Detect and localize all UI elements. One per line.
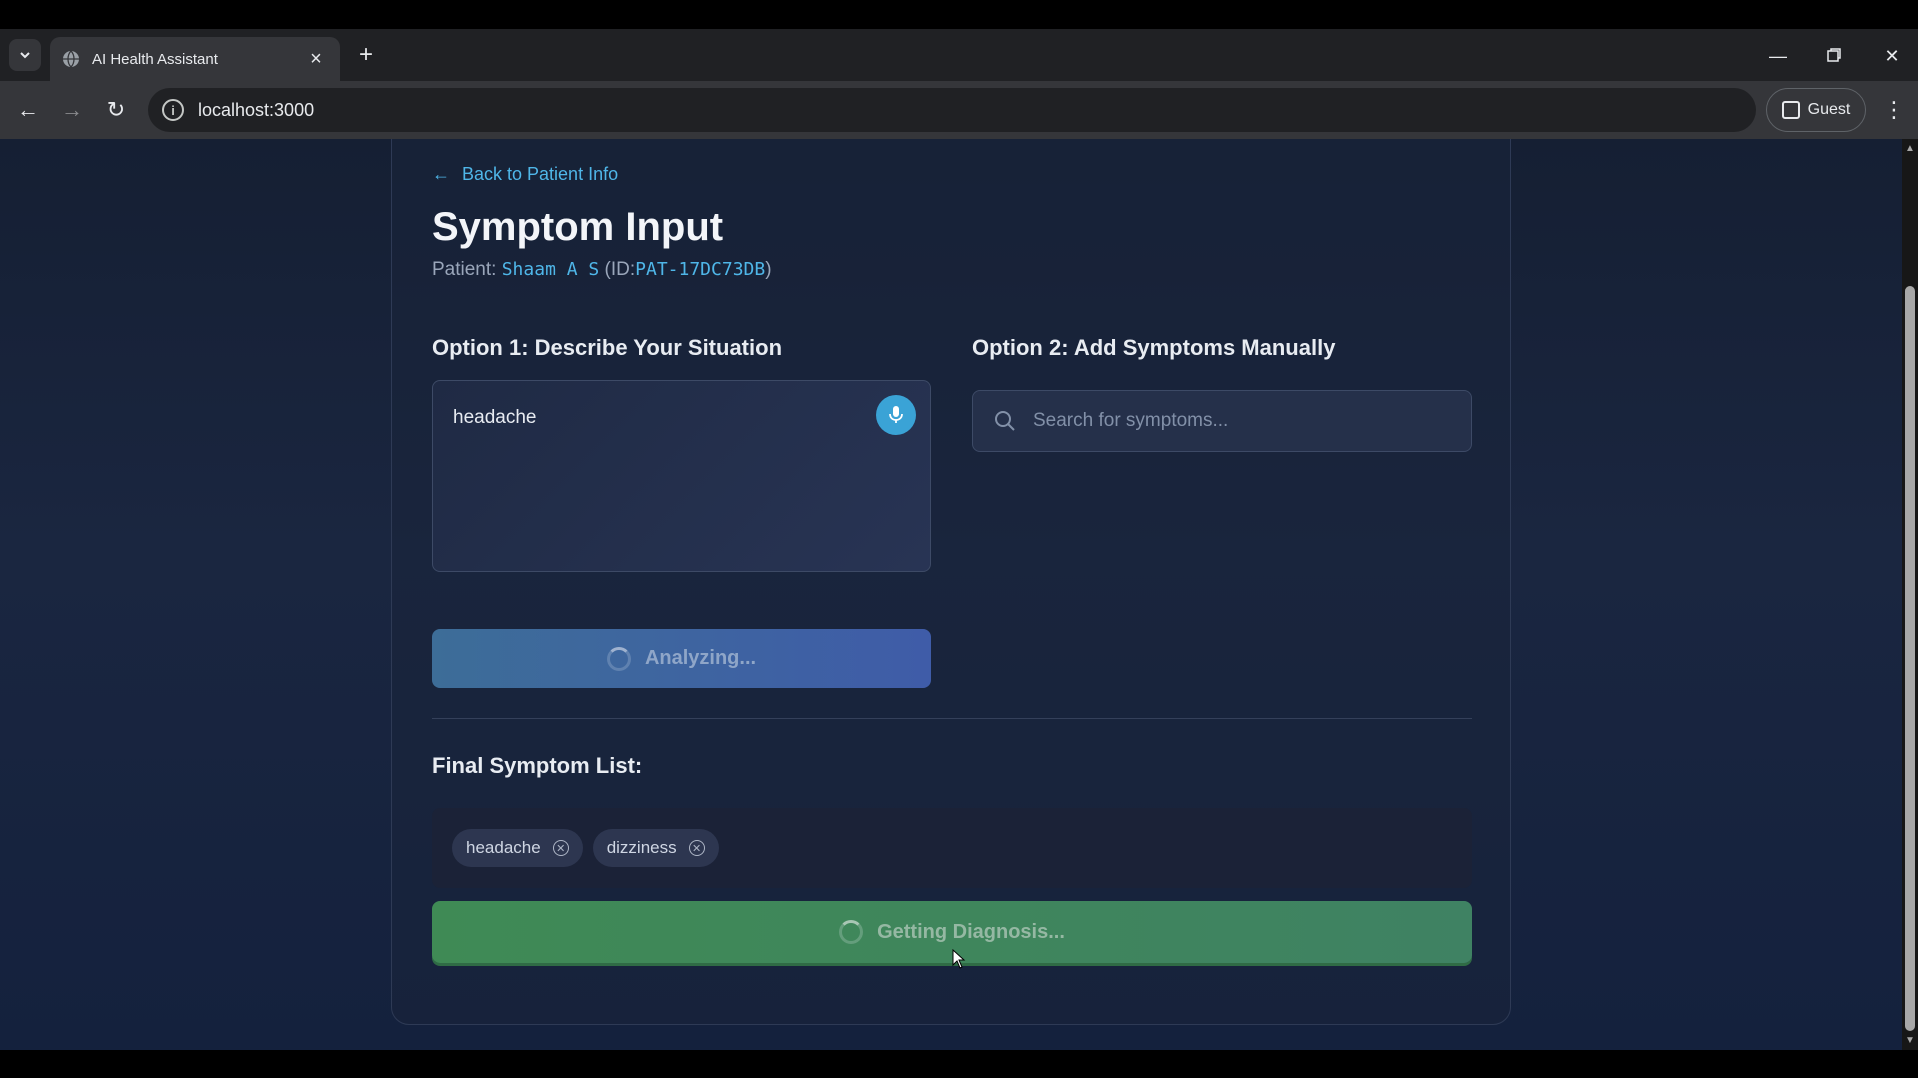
patient-info: Patient: Shaam A S (ID:PAT-17DC73DB) bbox=[432, 259, 772, 281]
symptom-chip-list: headache ✕ dizziness ✕ bbox=[432, 808, 1472, 888]
remove-circle-icon[interactable]: ✕ bbox=[552, 840, 569, 856]
analyze-button[interactable]: Analyzing... bbox=[432, 629, 931, 688]
restore-icon[interactable] bbox=[1814, 41, 1854, 71]
tab-list-button[interactable] bbox=[9, 39, 41, 71]
back-arrow-icon[interactable]: ← bbox=[12, 94, 44, 126]
url-text: localhost:3000 bbox=[198, 99, 315, 120]
page-viewport: ← Back to Patient Info Symptom Input Pat… bbox=[0, 139, 1902, 1050]
profile-icon bbox=[1781, 101, 1800, 119]
window-close-icon[interactable]: ✕ bbox=[1872, 41, 1912, 71]
remove-circle-icon[interactable]: ✕ bbox=[688, 840, 705, 856]
chevron-down-icon bbox=[20, 52, 30, 59]
diagnosis-label: Getting Diagnosis... bbox=[877, 920, 1065, 943]
symptom-chip: headache ✕ bbox=[452, 829, 583, 867]
page-title: Symptom Input bbox=[432, 205, 724, 249]
symptom-card: ← Back to Patient Info Symptom Input Pat… bbox=[391, 139, 1511, 1025]
tab-strip: AI Health Assistant × + — ✕ bbox=[0, 29, 1918, 81]
section-divider bbox=[432, 718, 1472, 719]
scroll-down-icon[interactable]: ▼ bbox=[1904, 1035, 1916, 1046]
analyze-label: Analyzing... bbox=[644, 647, 757, 669]
option2-heading: Option 2: Add Symptoms Manually bbox=[972, 335, 1336, 360]
option1-heading: Option 1: Describe Your Situation bbox=[432, 335, 783, 360]
patient-name: Shaam A S bbox=[501, 259, 600, 280]
window-bottom-edge bbox=[0, 1050, 1918, 1078]
browser-tab[interactable]: AI Health Assistant × bbox=[50, 37, 340, 81]
globe-icon bbox=[63, 50, 79, 68]
window-top-edge bbox=[0, 0, 1918, 29]
loading-spinner-icon bbox=[839, 920, 864, 944]
situation-textarea[interactable]: headache bbox=[432, 380, 931, 572]
microphone-button[interactable] bbox=[876, 395, 916, 435]
scroll-up-icon[interactable]: ▲ bbox=[1904, 143, 1916, 154]
address-bar[interactable]: i localhost:3000 bbox=[148, 88, 1756, 132]
search-icon bbox=[995, 411, 1015, 431]
patient-id-suffix: ) bbox=[765, 259, 772, 280]
search-placeholder: Search for symptoms... bbox=[1033, 410, 1229, 431]
browser-toolbar: ← → ↻ i localhost:3000 Guest ⋮ bbox=[0, 81, 1918, 139]
scrollbar-thumb[interactable] bbox=[1905, 286, 1915, 1031]
symptom-chip-label: dizziness bbox=[606, 838, 677, 857]
arrow-left-icon: ← bbox=[432, 164, 450, 184]
microphone-icon bbox=[889, 406, 903, 423]
loading-spinner-icon bbox=[606, 646, 631, 671]
situation-text: headache bbox=[453, 407, 537, 428]
patient-id: PAT-17DC73DB bbox=[635, 259, 766, 280]
patient-id-prefix: (ID: bbox=[604, 259, 636, 280]
site-info-icon[interactable]: i bbox=[162, 99, 184, 121]
back-to-patient-link[interactable]: ← Back to Patient Info bbox=[432, 164, 618, 185]
new-tab-button[interactable]: + bbox=[352, 41, 380, 69]
symptom-search-input[interactable]: Search for symptoms... bbox=[972, 390, 1472, 452]
kebab-menu-icon[interactable]: ⋮ bbox=[1882, 94, 1906, 126]
back-link-label: Back to Patient Info bbox=[462, 164, 619, 184]
tab-close-icon[interactable]: × bbox=[304, 48, 328, 71]
profile-button[interactable]: Guest bbox=[1766, 88, 1866, 132]
minimize-icon[interactable]: — bbox=[1758, 41, 1798, 71]
symptom-chip-label: headache bbox=[466, 838, 541, 857]
vertical-scrollbar[interactable]: ▲ ▼ bbox=[1902, 139, 1918, 1050]
mouse-cursor-icon bbox=[952, 949, 966, 969]
patient-label: Patient: bbox=[432, 259, 497, 280]
tab-title: AI Health Assistant bbox=[92, 50, 218, 68]
profile-label: Guest bbox=[1807, 101, 1851, 118]
final-list-heading: Final Symptom List: bbox=[432, 753, 643, 778]
reload-icon[interactable]: ↻ bbox=[100, 94, 132, 126]
forward-arrow-icon[interactable]: → bbox=[56, 94, 88, 126]
symptom-chip: dizziness ✕ bbox=[592, 829, 719, 867]
